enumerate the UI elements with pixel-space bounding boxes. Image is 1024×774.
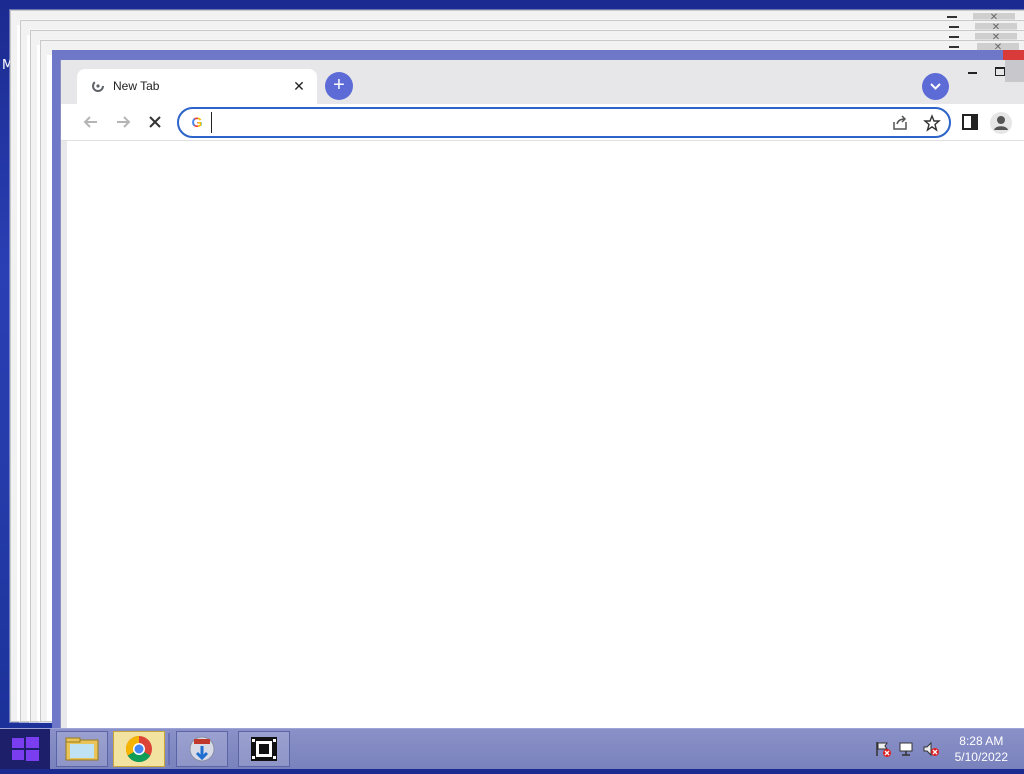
close-icon bbox=[149, 116, 161, 128]
system-clock[interactable]: 8:28 AM 5/10/2022 bbox=[955, 733, 1008, 765]
minimize-icon[interactable] bbox=[949, 26, 959, 28]
taskbar-separator bbox=[168, 733, 170, 765]
action-center-flag-icon[interactable] bbox=[874, 741, 892, 757]
taskbar: 8:28 AM 5/10/2022 bbox=[0, 728, 1024, 769]
new-tab-button[interactable]: + bbox=[325, 72, 353, 100]
browser-frame-edge bbox=[52, 50, 60, 728]
chevron-down-icon bbox=[930, 83, 941, 90]
folder-icon bbox=[65, 737, 99, 761]
minimize-icon[interactable] bbox=[947, 16, 957, 18]
tab-search-button[interactable] bbox=[922, 73, 949, 100]
stop-button[interactable] bbox=[143, 110, 167, 134]
network-icon[interactable] bbox=[898, 741, 916, 757]
tab-new-tab[interactable]: New Tab ✕ bbox=[77, 69, 317, 104]
taskbar-file-explorer[interactable] bbox=[56, 731, 108, 767]
installer-icon bbox=[189, 736, 215, 762]
profile-button[interactable] bbox=[990, 112, 1012, 134]
loading-icon bbox=[92, 80, 104, 92]
page-content[interactable] bbox=[67, 141, 1024, 728]
forward-button[interactable] bbox=[111, 110, 135, 134]
film-icon bbox=[251, 737, 277, 761]
minimize-icon[interactable] bbox=[949, 46, 959, 48]
side-panel-icon[interactable] bbox=[961, 113, 979, 131]
maximize-button[interactable] bbox=[995, 67, 1005, 76]
browser-titlebar[interactable]: New Tab ✕ + bbox=[61, 50, 1024, 104]
taskbar-media-player[interactable] bbox=[238, 731, 290, 767]
windows-logo-icon bbox=[12, 737, 39, 761]
browser-toolbar: G bbox=[61, 104, 1024, 141]
address-input[interactable] bbox=[211, 112, 872, 133]
arrow-left-icon bbox=[83, 116, 97, 128]
tab-title: New Tab bbox=[113, 79, 160, 93]
arrow-right-icon bbox=[117, 116, 131, 128]
close-button[interactable] bbox=[1005, 60, 1024, 82]
clock-time: 8:28 AM bbox=[959, 734, 1004, 748]
back-button[interactable] bbox=[79, 110, 103, 134]
user-icon bbox=[994, 116, 1008, 130]
start-button[interactable] bbox=[0, 729, 50, 769]
volume-muted-icon[interactable] bbox=[922, 741, 940, 757]
minimize-icon[interactable] bbox=[949, 36, 959, 38]
taskbar-installer[interactable] bbox=[176, 731, 228, 767]
chrome-icon bbox=[125, 735, 152, 763]
close-button-highlight[interactable] bbox=[1003, 50, 1024, 60]
taskbar-chrome[interactable] bbox=[113, 731, 165, 767]
tab-close-icon[interactable]: ✕ bbox=[291, 78, 307, 94]
minimize-button[interactable] bbox=[968, 72, 977, 74]
share-icon[interactable] bbox=[891, 114, 909, 132]
google-icon: G bbox=[189, 114, 205, 130]
address-bar[interactable]: G bbox=[177, 107, 951, 138]
star-icon[interactable] bbox=[923, 114, 941, 132]
clock-date: 5/10/2022 bbox=[954, 750, 1008, 764]
browser-window[interactable]: New Tab ✕ + G bbox=[60, 50, 1024, 728]
